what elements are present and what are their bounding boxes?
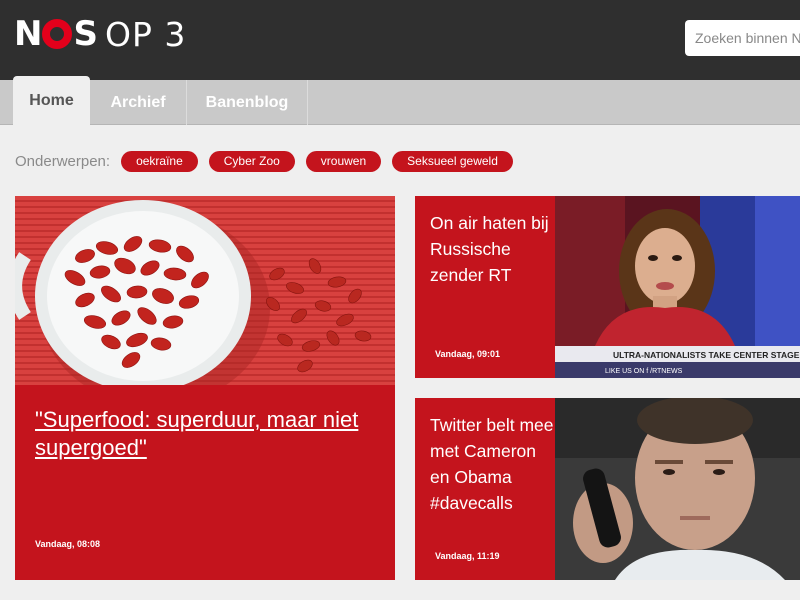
- article-time-davecalls: Vandaag, 11:19: [435, 551, 500, 561]
- nos-op3-logo[interactable]: NS OP 3: [14, 14, 187, 54]
- article-card-davecalls[interactable]: Twitter belt mee met Cameron en Obama #d…: [415, 398, 800, 580]
- search-input[interactable]: [685, 20, 800, 56]
- ticker-headline: ULTRA-NATIONALISTS TAKE CENTER STAGE DUR…: [613, 350, 800, 360]
- main-article-card[interactable]: "Superfood: superduur, maar niet supergo…: [15, 196, 395, 580]
- tab-bar: Home Archief Banenblog: [0, 76, 800, 126]
- article-title-davecalls[interactable]: Twitter belt mee met Cameron en Obama #d…: [430, 412, 555, 516]
- topic-pill-vrouwen[interactable]: vrouwen: [305, 150, 382, 172]
- tab-home[interactable]: Home: [13, 76, 90, 126]
- tab-banenblog[interactable]: Banenblog: [187, 80, 308, 125]
- topics-label: Onderwerpen:: [15, 152, 111, 170]
- article-card-rt[interactable]: On air haten bij Russische zender RT Van…: [415, 196, 800, 378]
- topic-pill-oekraine[interactable]: oekraïne: [121, 150, 198, 172]
- goji-berries-image[interactable]: [15, 196, 395, 385]
- article-title-rt[interactable]: On air haten bij Russische zender RT: [430, 210, 555, 288]
- nos-logo-mark: NS: [14, 14, 98, 54]
- ticker-social: LIKE US ON f /RTNEWS: [605, 368, 683, 375]
- topic-pill-cyber-zoo[interactable]: Cyber Zoo: [208, 150, 295, 172]
- op3-logo-text: OP 3: [104, 14, 187, 54]
- topic-pill-seksueel-geweld[interactable]: Seksueel geweld: [392, 150, 513, 172]
- news-anchor-image[interactable]: ULTRA-NATIONALISTS TAKE CENTER STAGE DUR…: [555, 196, 800, 378]
- main-article-time: Vandaag, 08:08: [35, 539, 101, 549]
- main-article-title[interactable]: "Superfood: superduur, maar niet supergo…: [35, 406, 375, 462]
- article-time-rt: Vandaag, 09:01: [435, 349, 501, 359]
- header: NS OP 3: [0, 0, 800, 80]
- topics-bar: Onderwerpen: oekraïne Cyber Zoo vrouwen …: [15, 150, 524, 172]
- phone-call-image[interactable]: [555, 398, 800, 580]
- tab-archief[interactable]: Archief: [90, 80, 187, 125]
